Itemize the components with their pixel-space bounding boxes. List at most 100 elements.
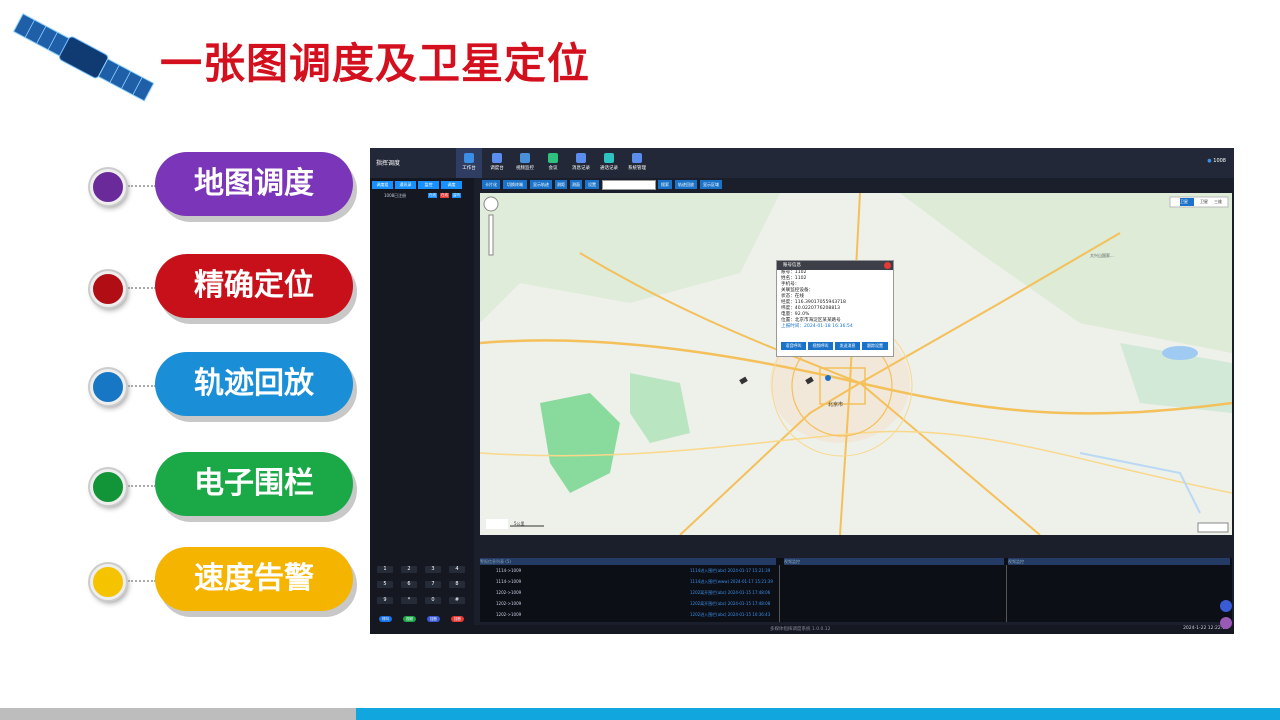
app-logo: 指挥调度 <box>376 160 401 167</box>
tab-contacts[interactable]: 通讯录 <box>395 181 416 189</box>
map-search-button[interactable]: 搜索 <box>658 180 672 189</box>
alarm-detail[interactable]: 1114进入围栏(abc) 2024-01-17 15:21:39 <box>690 568 770 574</box>
feature-dot <box>90 564 126 600</box>
video-monitor-header: 视频监控 <box>784 558 1004 565</box>
feature-dot <box>90 469 126 505</box>
satellite-icon <box>12 13 155 102</box>
feature-label: 轨迹回放 <box>155 352 353 416</box>
map-tool[interactable]: 显示区域 <box>700 180 722 189</box>
map-tool[interactable]: 测距 <box>555 180 567 189</box>
feature-dot <box>90 169 126 205</box>
dial-key-4[interactable]: 4 <box>449 566 465 573</box>
map-search-input[interactable] <box>602 180 656 190</box>
layer-satellite[interactable]: 卫星 <box>1180 199 1188 205</box>
app-version: 多媒体指挥调度系统 1.0.0.12 <box>770 627 831 632</box>
map-tool[interactable]: 卡片化 <box>482 180 500 189</box>
report-time: 上报时间：2024-01-18 16:36:54 <box>781 324 853 329</box>
feature-track-playback: 轨迹回放 <box>90 352 360 422</box>
grid-icon <box>464 153 474 163</box>
map-tool[interactable]: 显示轨迹 <box>530 180 552 189</box>
alarm-source: 1202->1009 <box>496 590 522 595</box>
connector-line <box>128 385 156 387</box>
gear-icon <box>632 153 642 163</box>
nav-calls[interactable]: 通话记录 <box>596 148 622 178</box>
dial-key-1[interactable]: 1 <box>377 566 393 573</box>
nav-meeting[interactable]: 会议 <box>540 148 566 178</box>
connector-line <box>128 287 156 289</box>
feature-dot <box>90 369 126 405</box>
dial-key-3[interactable]: 3 <box>425 566 441 573</box>
status-badge: 在线 <box>428 193 437 198</box>
nav-video[interactable]: 视频监控 <box>512 148 538 178</box>
location-pin-icon[interactable] <box>825 375 831 381</box>
feature-precise-location: 精确定位 <box>90 254 360 324</box>
alarm-detail[interactable]: 1114进入围栏(www) 2024-01-17 15:21:39 <box>690 579 773 585</box>
dial-key-star[interactable]: * <box>401 597 417 604</box>
dial-key-0[interactable]: 0 <box>425 597 441 604</box>
video-call-button[interactable]: 视频呼叫 <box>808 342 833 350</box>
feature-label: 精确定位 <box>155 254 353 318</box>
alarm-source: 1114->1009 <box>496 568 522 573</box>
map-city-label: 北京市 <box>828 402 844 408</box>
feature-label: 电子围栏 <box>155 452 353 516</box>
tab-dispatch-group[interactable]: 调度组 <box>372 181 393 189</box>
nav-workbench[interactable]: 工作台 <box>456 148 482 178</box>
current-user[interactable]: ● 1008 <box>1207 158 1226 164</box>
nav-dispatch[interactable]: 调度台 <box>484 148 510 178</box>
map-tool[interactable]: 切换终端 <box>503 180 527 189</box>
dial-key-5[interactable]: 5 <box>377 581 393 588</box>
layer-3d[interactable]: 三维 <box>1214 199 1222 205</box>
device-info-popup: 账号信息 账号：1102 姓名：1102 手机号： 关联监控设备： 状态：在线 … <box>776 260 894 357</box>
device-item[interactable]: 1008已注册 <box>384 193 406 199</box>
meeting-icon <box>548 153 558 163</box>
footer-bar-blue <box>356 708 1280 720</box>
layer-satellite-2[interactable]: 卫星 <box>1200 199 1208 205</box>
helper-icon[interactable] <box>1220 617 1232 629</box>
hangup-button[interactable]: 挂断 <box>451 616 464 622</box>
dial-key-hash[interactable]: # <box>449 597 465 604</box>
map-tool[interactable]: 测面 <box>570 180 582 189</box>
dial-key-6[interactable]: 6 <box>401 581 417 588</box>
map-tool[interactable]: 轨迹回放 <box>675 180 697 189</box>
connector-line <box>128 580 156 582</box>
map-canvas[interactable]: 卫星 卫星 三维 北京市 大兴山国家... 5公里 账号信息 账号：1102 姓… <box>480 193 1232 535</box>
video-call-button[interactable]: 视频 <box>403 616 416 622</box>
chat-icon[interactable] <box>1220 600 1232 612</box>
map-area-label: 大兴山国家... <box>1090 253 1114 258</box>
tab-monitor[interactable]: 监控 <box>418 181 439 189</box>
alarm-source: 1114->1009 <box>496 579 522 584</box>
alarm-source: 1202->1009 <box>496 612 522 617</box>
alarm-detail[interactable]: 1202离开围栏(abc) 2024-01-15 17:48:06 <box>690 590 770 596</box>
feature-label: 地图调度 <box>155 152 353 216</box>
map-tool[interactable]: 设置 <box>585 180 599 189</box>
nav-messages[interactable]: 消息记录 <box>568 148 594 178</box>
voice-call-button[interactable]: 语音呼叫 <box>781 342 806 350</box>
feature-speed-alarm: 速度告警 <box>90 547 360 617</box>
dial-key-9[interactable]: 9 <box>377 597 393 604</box>
alarm-detail[interactable]: 1202进入围栏(abc) 2024-01-15 10:36:43 <box>690 612 770 618</box>
camera-icon <box>520 153 530 163</box>
call-button[interactable]: 呼叫 <box>379 616 392 622</box>
dispatch-app-screenshot: 指挥调度 工作台 调度台 视频监控 会议 消息记录 通话记录 系统管理 ● 10… <box>370 148 1234 634</box>
close-icon[interactable] <box>884 262 891 269</box>
footer-bar-gray <box>0 708 356 720</box>
listen-badge[interactable]: 监听 <box>452 193 461 198</box>
tab-dispatch[interactable]: 调度 <box>441 181 462 189</box>
popup-title: 账号信息 <box>777 261 893 270</box>
map-scale: 5公里 <box>514 521 525 526</box>
alarm-panel: 警报信息列表 (5) 视频监控 视频监控 1114->1009 1114进入围栏… <box>480 558 1232 622</box>
feature-dot <box>90 271 126 307</box>
send-message-button[interactable]: 发送消息 <box>835 342 860 350</box>
track-settings-button[interactable]: 跟踪设置 <box>862 342 888 350</box>
dial-key-7[interactable]: 7 <box>425 581 441 588</box>
alarm-source: 1202->1009 <box>496 601 522 606</box>
hold-button[interactable]: 挂断 <box>427 616 440 622</box>
dial-key-8[interactable]: 8 <box>449 581 465 588</box>
connector-line <box>128 485 156 487</box>
nav-settings[interactable]: 系统管理 <box>624 148 650 178</box>
person-icon <box>492 153 502 163</box>
alarm-detail[interactable]: 1202离开围栏(abc) 2024-01-15 17:48:08 <box>690 601 770 607</box>
slide-title: 一张图调度及卫星定位 <box>160 39 591 88</box>
dial-key-2[interactable]: 2 <box>401 566 417 573</box>
feature-geofence: 电子围栏 <box>90 452 360 522</box>
